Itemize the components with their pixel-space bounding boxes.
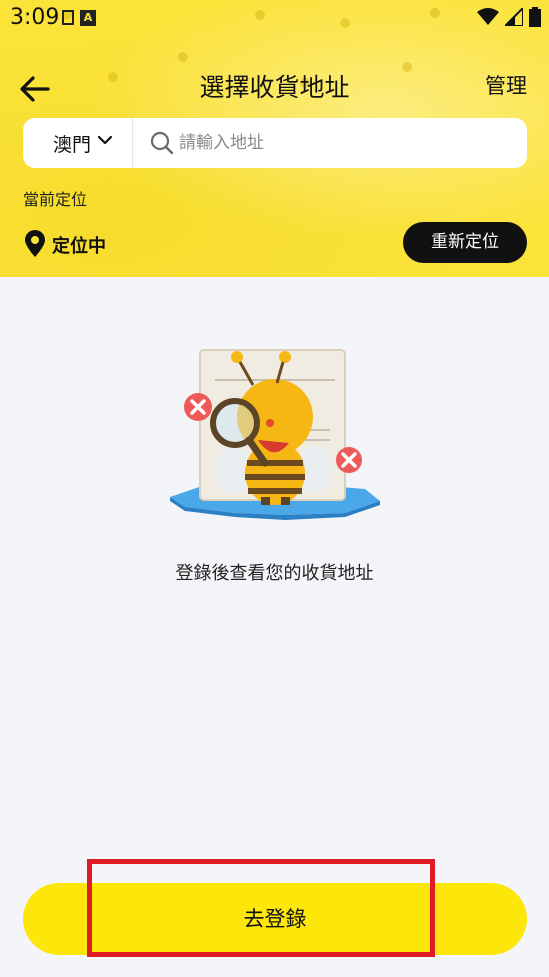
map-marker [178, 52, 188, 62]
empty-state-message: 登錄後查看您的收貨地址 [175, 563, 374, 584]
location-status: 定位中 [52, 236, 106, 257]
battery-icon [529, 7, 541, 27]
status-time: 3:09 [10, 5, 60, 30]
status-bar: 3:09 A [0, 0, 549, 36]
address-search-bar: 澳門 [23, 118, 527, 168]
bee-mascot-illustration [170, 349, 380, 520]
wifi-icon [477, 8, 499, 25]
city-label: 澳門 [53, 134, 92, 156]
current-location-label: 當前定位 [23, 190, 88, 209]
chevron-down-icon [97, 135, 113, 145]
notification-icon [62, 10, 74, 25]
manage-button[interactable]: 管理 [485, 70, 527, 100]
search-icon [150, 131, 174, 155]
a-icon: A [80, 10, 96, 26]
address-search-input[interactable] [179, 128, 509, 158]
signal-icon [505, 8, 523, 26]
page-title: 選擇收貨地址 [199, 73, 350, 102]
location-pin-icon [25, 230, 45, 257]
relocate-button[interactable]: 重新定位 [403, 222, 527, 263]
city-selector[interactable]: 澳門 [23, 118, 133, 168]
highlight-overlay [87, 859, 435, 957]
